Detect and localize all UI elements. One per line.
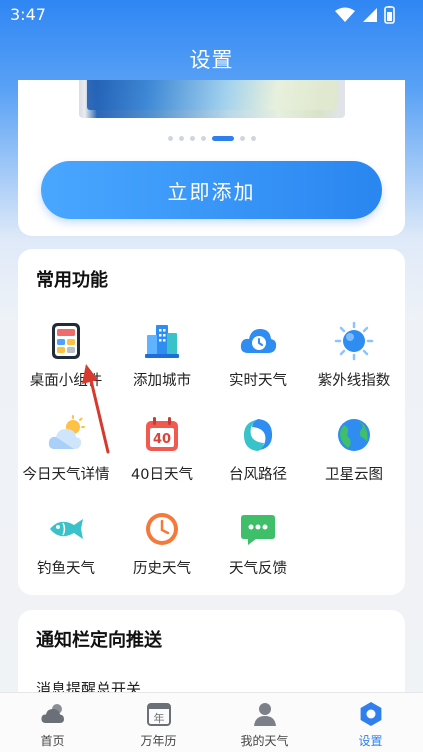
carousel-pager <box>18 136 405 144</box>
weather-home-icon <box>41 704 64 723</box>
tab-calendar[interactable]: 年 万年历 <box>106 693 211 752</box>
func-item-typhoon-path[interactable]: 台风路径 <box>210 415 306 495</box>
sun-uv-icon <box>334 321 374 361</box>
widget-promo-card: 立即添加 <box>18 80 405 236</box>
func-label: 钓鱼天气 <box>37 561 95 577</box>
func-label: 40日天气 <box>131 467 193 483</box>
func-label: 添加城市 <box>133 373 191 389</box>
signal-icon <box>363 8 377 22</box>
fish-icon <box>50 519 83 539</box>
func-label: 今日天气详情 <box>22 467 110 483</box>
section-title: 通知栏定向推送 <box>36 630 162 651</box>
tab-label: 首页 <box>40 734 65 748</box>
red-arrow-annotation <box>82 364 110 454</box>
tab-my-weather[interactable]: 我的天气 <box>212 693 317 752</box>
typhoon-icon <box>243 419 273 451</box>
pager-dot[interactable] <box>178 136 184 141</box>
page-title: 设置 <box>189 48 234 72</box>
cloud-clock-icon <box>240 329 277 353</box>
globe-icon <box>338 419 370 451</box>
add-now-button[interactable]: 立即添加 <box>41 161 382 219</box>
func-label: 天气反馈 <box>229 561 287 577</box>
func-label: 台风路径 <box>229 467 287 483</box>
chat-feedback-icon <box>241 515 275 545</box>
tab-label: 万年历 <box>140 734 177 748</box>
pager-dot[interactable] <box>167 136 173 141</box>
func-item-fishing-weather[interactable]: 钓鱼天气 <box>18 509 114 589</box>
widget-icon <box>52 323 80 359</box>
pager-dot-active[interactable] <box>211 136 234 141</box>
tab-home[interactable]: 首页 <box>0 693 105 752</box>
func-label: 紫外线指数 <box>317 373 391 389</box>
func-item-history-weather[interactable]: 历史天气 <box>114 509 210 589</box>
status-time: 3:47 <box>10 5 46 24</box>
func-item-uv-index[interactable]: 紫外线指数 <box>306 321 402 401</box>
wifi-icon <box>335 7 355 22</box>
func-label: 卫星云图 <box>325 467 383 483</box>
pager-dot[interactable] <box>189 136 195 141</box>
common-functions-card: 常用功能 桌面小组件 添加城市 实时天气 紫外线指数 今日天气详情 40 40日… <box>18 249 405 595</box>
func-label: 实时天气 <box>229 373 287 389</box>
status-bar: 3:47 <box>0 0 423 30</box>
func-item-40-day[interactable]: 40 40日天气 <box>114 415 210 495</box>
widget-preview-image[interactable] <box>79 80 345 118</box>
tab-label: 设置 <box>358 734 383 748</box>
func-item-satellite-cloud[interactable]: 卫星云图 <box>306 415 402 495</box>
calendar-icon-text: 年 <box>154 711 165 725</box>
pager-dot[interactable] <box>239 136 245 141</box>
tab-settings[interactable]: 设置 <box>318 693 423 752</box>
pager-dot[interactable] <box>250 136 256 141</box>
bottom-tab-bar: 首页 年 万年历 我的天气 设置 <box>0 692 423 752</box>
section-title: 常用功能 <box>36 270 108 291</box>
person-icon <box>254 703 276 726</box>
tab-label: 我的天气 <box>240 734 289 748</box>
status-icons <box>335 6 395 24</box>
calendar-40-icon: 40 <box>146 417 178 451</box>
pager-dot[interactable] <box>200 136 206 141</box>
history-clock-icon <box>146 513 178 545</box>
settings-hexagon-icon <box>360 702 382 726</box>
city-buildings-icon <box>145 325 179 358</box>
func-item-realtime-weather[interactable]: 实时天气 <box>210 321 306 401</box>
svg-text:40: 40 <box>153 432 171 447</box>
calendar-icon: 年 <box>147 703 171 726</box>
func-item-weather-feedback[interactable]: 天气反馈 <box>210 509 306 589</box>
func-label: 历史天气 <box>133 561 191 577</box>
func-item-add-city[interactable]: 添加城市 <box>114 321 210 401</box>
